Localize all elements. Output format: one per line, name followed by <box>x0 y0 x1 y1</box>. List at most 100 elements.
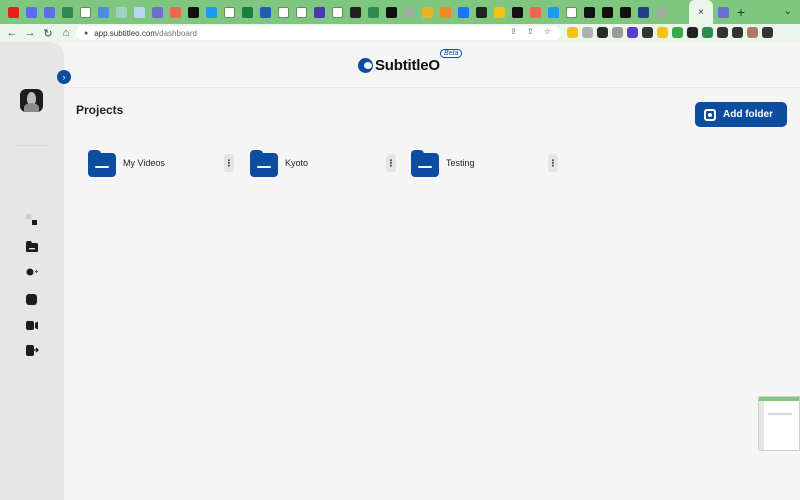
openai-icon <box>403 6 415 18</box>
add-user-icon[interactable] <box>24 265 39 279</box>
browser-tab[interactable] <box>562 0 580 24</box>
folder-card[interactable]: My Videos <box>88 149 165 177</box>
ext-grid-icon[interactable] <box>582 27 593 38</box>
folder-card[interactable]: Testing <box>411 149 475 177</box>
tab-search-button[interactable]: ⌄ <box>784 6 792 17</box>
folder-menu-button[interactable]: ⋮ <box>548 154 558 172</box>
site-info-icon[interactable]: ● <box>84 30 88 37</box>
p-icon <box>169 6 181 18</box>
profile-icon[interactable] <box>747 27 758 38</box>
browser-tab[interactable] <box>310 0 328 24</box>
browser-tab[interactable] <box>40 0 58 24</box>
beta-badge: Beta <box>440 49 463 58</box>
browser-tab[interactable] <box>94 0 112 24</box>
browser-tab[interactable] <box>4 0 22 24</box>
app-icon <box>313 6 325 18</box>
folder-menu-button[interactable]: ⋮ <box>224 154 234 172</box>
browser-tab[interactable] <box>166 0 184 24</box>
subtitleo-logo[interactable]: SubtitleO Beta <box>358 49 463 74</box>
browser-tab[interactable] <box>454 0 472 24</box>
browser-tab[interactable] <box>490 0 508 24</box>
ext-puzzle-purple-icon[interactable] <box>627 27 638 38</box>
browser-tab[interactable] <box>202 0 220 24</box>
folder-icon <box>88 149 116 177</box>
close-tab-icon[interactable]: × <box>698 7 704 18</box>
edit-icon <box>151 6 163 18</box>
browser-tab[interactable] <box>670 0 688 24</box>
browser-tab[interactable] <box>364 0 382 24</box>
browser-tab[interactable] <box>400 0 418 24</box>
wave-icon <box>115 6 127 18</box>
browser-tab[interactable] <box>148 0 166 24</box>
browser-tab[interactable] <box>292 0 310 24</box>
browser-tab[interactable] <box>220 0 238 24</box>
browser-tab[interactable] <box>598 0 616 24</box>
browser-tab-active[interactable]: × <box>689 0 713 24</box>
sidepanel-icon[interactable] <box>732 27 743 38</box>
browser-tab[interactable] <box>616 0 634 24</box>
browser-tab[interactable] <box>436 0 454 24</box>
browser-tab[interactable] <box>418 0 436 24</box>
add-folder-button[interactable]: Add folder <box>695 102 787 127</box>
ext-yellow-icon[interactable] <box>567 27 578 38</box>
browser-tab[interactable] <box>634 0 652 24</box>
avatar[interactable] <box>20 89 43 112</box>
browser-tab[interactable] <box>238 0 256 24</box>
video-icon[interactable] <box>24 318 39 332</box>
browser-tab[interactable] <box>112 0 130 24</box>
browser-tab[interactable] <box>508 0 526 24</box>
browser-tab[interactable] <box>76 0 94 24</box>
leaf-icon <box>61 6 73 18</box>
x-icon <box>583 6 595 18</box>
reload-button[interactable]: ↻ <box>39 27 57 40</box>
folder-menu-button[interactable]: ⋮ <box>386 154 396 172</box>
browser-tab[interactable] <box>274 0 292 24</box>
browser-tab[interactable] <box>130 0 148 24</box>
new-tab-button[interactable]: + <box>732 4 750 20</box>
browser-tab[interactable] <box>328 0 346 24</box>
browser-tab[interactable] <box>58 0 76 24</box>
ext-openai-icon[interactable] <box>612 27 623 38</box>
logo-text: SubtitleO <box>375 57 440 74</box>
folder-name: My Videos <box>123 158 165 168</box>
folder-card[interactable]: Kyoto <box>250 149 308 177</box>
ext-dark-icon[interactable] <box>597 27 608 38</box>
puzzle-icon[interactable] <box>717 27 728 38</box>
browser-tab[interactable] <box>256 0 274 24</box>
ext-dark-icon[interactable] <box>687 27 698 38</box>
chrome-icon <box>349 6 361 18</box>
folder-icon[interactable] <box>24 239 39 253</box>
address-bar[interactable]: ● app.subtitleo.com/dashboard ⇪ ⇧ ☆ <box>76 26 561 40</box>
cloud-icon <box>133 6 145 18</box>
screenshot-thumbnail[interactable] <box>758 396 800 451</box>
omnibox-actions[interactable]: ⇪ ⇧ ☆ <box>510 27 555 36</box>
logout-icon[interactable] <box>24 343 39 357</box>
folder-name: Kyoto <box>285 158 309 168</box>
home-button[interactable]: ⌂ <box>57 27 75 39</box>
twitter-icon <box>547 6 559 18</box>
browser-tab[interactable] <box>22 0 40 24</box>
google-icon <box>79 6 91 18</box>
ext-badge-icon[interactable] <box>657 27 668 38</box>
browser-tab[interactable] <box>652 0 670 24</box>
browser-tab[interactable] <box>714 0 732 24</box>
ext-dot-icon[interactable] <box>642 27 653 38</box>
more-icon[interactable] <box>762 27 773 38</box>
square-icon[interactable] <box>24 292 39 306</box>
ext-green-icon[interactable] <box>672 27 683 38</box>
terminal-icon <box>601 6 613 18</box>
browser-tab[interactable] <box>580 0 598 24</box>
browser-tab[interactable] <box>526 0 544 24</box>
browser-tab[interactable] <box>544 0 562 24</box>
url-path: /dashboard <box>156 28 197 38</box>
browser-tab[interactable] <box>382 0 400 24</box>
browser-tab[interactable] <box>346 0 364 24</box>
youtube-icon <box>7 6 19 18</box>
dashboard-icon[interactable] <box>24 212 39 226</box>
ext-green-icon[interactable] <box>702 27 713 38</box>
browser-tab[interactable] <box>184 0 202 24</box>
back-button[interactable]: ← <box>3 27 21 39</box>
google-icon <box>295 6 307 18</box>
forward-button[interactable]: → <box>21 27 39 39</box>
browser-tab[interactable] <box>472 0 490 24</box>
